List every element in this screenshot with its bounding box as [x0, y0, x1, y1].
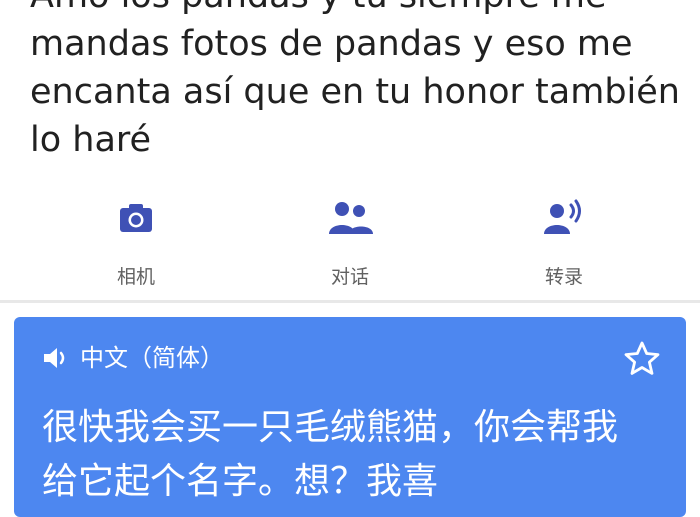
conversation-button[interactable]: 对话: [270, 190, 430, 300]
source-text: Amo los pandas y tú siempre me mandas fo…: [30, 0, 680, 160]
conversation-label: 对话: [330, 266, 369, 288]
translation-card[interactable]: 中文（简体） 很快我会买一只毛绒熊猫，你会帮我给它起个名字。想？我喜: [14, 317, 686, 517]
camera-label: 相机: [116, 266, 155, 288]
conversation-icon: [329, 202, 373, 234]
translation-text: 很快我会买一只毛绒熊猫，你会帮我给它起个名字。想？我喜: [42, 407, 619, 502]
divider: [0, 300, 700, 303]
transcribe-button[interactable]: 转录: [484, 190, 644, 300]
transcribe-label: 转录: [544, 266, 583, 288]
star-icon[interactable]: [622, 339, 662, 379]
camera-button[interactable]: 相机: [56, 190, 216, 300]
target-language-label: 中文（简体）: [80, 344, 224, 372]
camera-icon: [120, 204, 152, 232]
action-bar: 相机 对话 转录: [0, 190, 700, 300]
transcribe-icon: [544, 199, 581, 234]
speaker-icon[interactable]: [42, 345, 72, 371]
